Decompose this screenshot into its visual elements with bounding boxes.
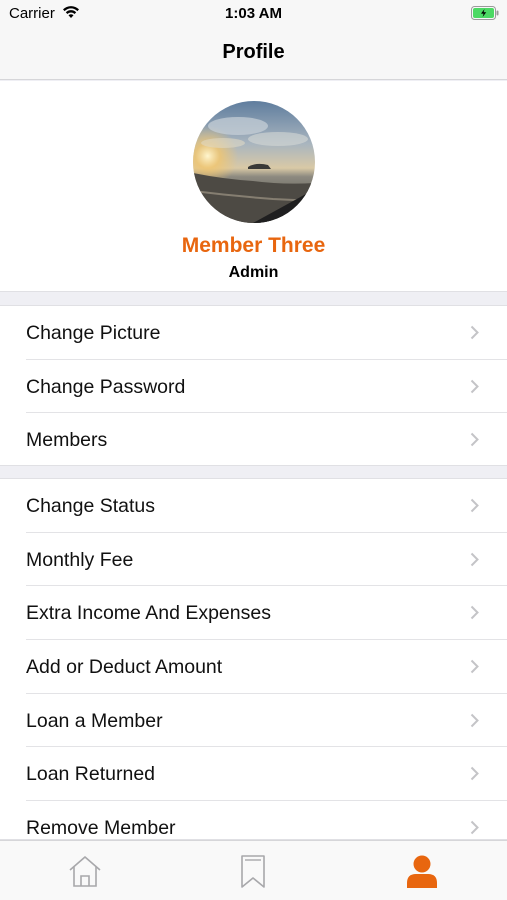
row-label: Loan Returned	[26, 763, 156, 786]
chevron-right-icon	[470, 766, 479, 786]
tab-bookmarks[interactable]	[235, 853, 271, 889]
chevron-right-icon	[470, 820, 479, 840]
page-title: Profile	[222, 41, 285, 63]
row-label: Loan a Member	[26, 709, 163, 732]
monthly-fee-row[interactable]: Monthly Fee	[0, 533, 507, 587]
row-label: Monthly Fee	[26, 548, 134, 571]
loan-returned-row[interactable]: Loan Returned	[0, 747, 507, 802]
chevron-right-icon	[470, 498, 479, 518]
avatar	[193, 101, 315, 223]
row-label: Extra Income And Expenses	[26, 602, 271, 625]
change-status-row[interactable]: Change Status	[0, 479, 507, 533]
navigation-bar: Profile	[0, 28, 507, 80]
member-name: Member Three	[181, 234, 326, 257]
home-icon	[67, 856, 103, 893]
chevron-right-icon	[470, 659, 479, 679]
members-row[interactable]: Members	[0, 413, 507, 467]
row-label: Change Password	[26, 375, 186, 398]
row-label: Add or Deduct Amount	[26, 656, 223, 679]
loan-member-row[interactable]: Loan a Member	[0, 694, 507, 748]
row-label: Change Picture	[26, 322, 161, 344]
row-label: Change Status	[26, 495, 156, 517]
profile-header: Member Three Admin	[0, 81, 507, 292]
battery-icon	[471, 6, 499, 25]
chevron-right-icon	[470, 432, 479, 452]
row-label: Remove Member	[26, 817, 176, 840]
clock: 1:03 AM	[225, 5, 282, 22]
chevron-right-icon	[470, 379, 479, 399]
admin-actions-list: Change Status Monthly Fee Extra Income A…	[0, 478, 507, 840]
person-icon	[404, 855, 440, 893]
bookmark-icon	[235, 855, 271, 893]
chevron-right-icon	[470, 605, 479, 625]
extra-income-expenses-row[interactable]: Extra Income And Expenses	[0, 586, 507, 641]
chevron-right-icon	[470, 713, 479, 733]
add-deduct-amount-row[interactable]: Add or Deduct Amount	[0, 640, 507, 694]
row-label: Members	[26, 429, 108, 452]
tab-bar	[0, 840, 507, 900]
tab-profile[interactable]	[404, 853, 440, 889]
change-password-row[interactable]: Change Password	[0, 360, 507, 414]
change-picture-row[interactable]: Change Picture	[0, 306, 507, 360]
account-settings-list: Change Picture Change Password Members	[0, 305, 507, 466]
chevron-right-icon	[470, 552, 479, 572]
member-role: Admin	[228, 264, 279, 281]
chevron-right-icon	[470, 325, 479, 345]
tab-home[interactable]	[67, 853, 103, 889]
status-bar: Carrier 1:03 AM	[0, 0, 507, 28]
